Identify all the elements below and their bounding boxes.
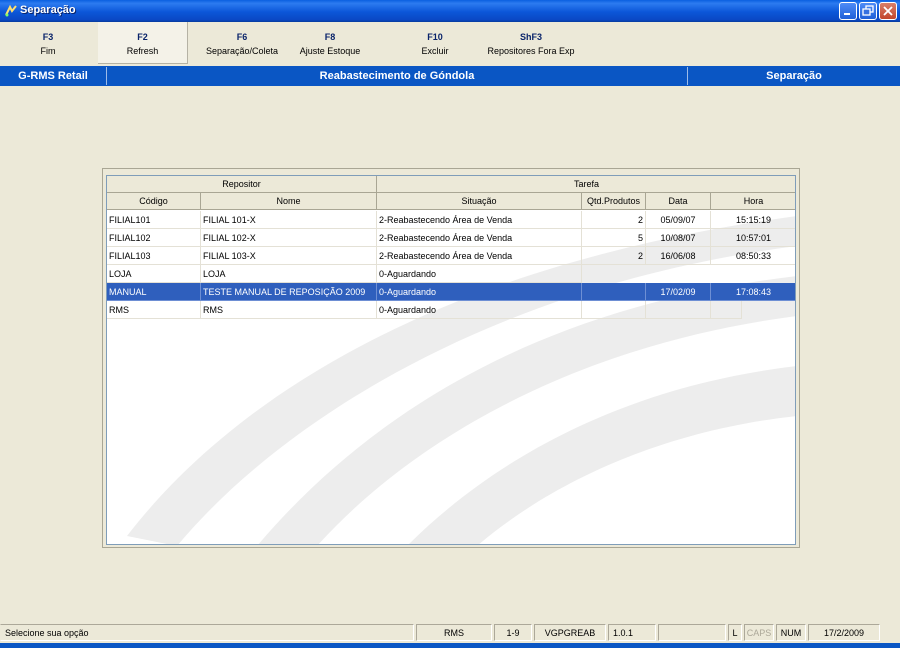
column-header-nome[interactable]: Nome bbox=[201, 193, 377, 210]
bottom-accent-line bbox=[0, 643, 900, 648]
minimize-icon bbox=[844, 13, 850, 15]
status-user: RMS bbox=[416, 624, 492, 641]
cell-codigo: FILIAL101 bbox=[107, 211, 201, 229]
minimize-button[interactable] bbox=[839, 2, 857, 20]
cell-nome: FILIAL 102-X bbox=[201, 229, 377, 247]
cell-data: 05/09/07 bbox=[646, 211, 711, 229]
status-date: 17/2/2009 bbox=[808, 624, 880, 641]
toolbar-label: Refresh bbox=[126, 46, 159, 56]
cell-codigo: FILIAL103 bbox=[107, 247, 201, 265]
cell-qtd-produtos bbox=[582, 283, 646, 301]
close-icon bbox=[883, 6, 893, 16]
table-row[interactable]: LOJA LOJA 0-Aguardando bbox=[107, 265, 795, 283]
cell-data bbox=[646, 301, 711, 319]
toolbar-label: Excluir bbox=[421, 46, 449, 56]
table-row[interactable]: FILIAL101 FILIAL 101-X 2-Reabastecendo Á… bbox=[107, 211, 795, 229]
status-caps: CAPS bbox=[744, 624, 774, 641]
group-header-repositor: Repositor bbox=[107, 176, 377, 193]
cell-nome: FILIAL 101-X bbox=[201, 211, 377, 229]
column-header-situacao[interactable]: Situação bbox=[377, 193, 582, 210]
restore-icon bbox=[862, 5, 874, 16]
table-row[interactable]: RMS RMS 0-Aguardando bbox=[107, 301, 795, 319]
module-header-bar: G-RMS Retail Reabastecimento de Góndola … bbox=[0, 66, 900, 86]
toolbar-button-refresh[interactable]: F2 Refresh bbox=[98, 22, 188, 64]
status-range: 1-9 bbox=[494, 624, 532, 641]
column-header-codigo[interactable]: Código bbox=[107, 193, 201, 210]
toolbar-key: ShF3 bbox=[519, 32, 542, 42]
cell-situacao: 2-Reabastecendo Área de Venda bbox=[377, 229, 582, 247]
toolbar-button-separacao-coleta[interactable]: F6 Separação/Coleta bbox=[198, 22, 286, 64]
cell-hora: 10:57:01 bbox=[711, 229, 795, 247]
cell-situacao: 0-Aguardando bbox=[377, 283, 582, 301]
system-name: G-RMS Retail bbox=[18, 70, 88, 82]
cell-qtd-produtos: 2 bbox=[582, 247, 646, 265]
status-l: L bbox=[728, 624, 742, 641]
cell-hora: 15:15:19 bbox=[711, 211, 795, 229]
cell-codigo: FILIAL102 bbox=[107, 229, 201, 247]
table-row-selected[interactable]: MANUAL TESTE MANUAL DE REPOSIÇÃO 2009 0-… bbox=[107, 283, 795, 301]
module-title: Reabastecimento de Góndola bbox=[319, 70, 475, 82]
cell-hora: 08:50:33 bbox=[711, 247, 795, 265]
toolbar-label: Separação/Coleta bbox=[205, 46, 279, 56]
toolbar-button-excluir[interactable]: F10 Excluir bbox=[400, 22, 470, 64]
window-title: Separação bbox=[20, 4, 76, 16]
close-button[interactable] bbox=[879, 2, 897, 20]
status-num: NUM bbox=[776, 624, 806, 641]
cell-data: 17/02/09 bbox=[646, 283, 711, 301]
cell-qtd-produtos bbox=[582, 301, 646, 319]
toolbar-button-repositores-fora-exp[interactable]: ShF3 Repositores Fora Exp bbox=[478, 22, 584, 64]
toolbar-button-ajuste-estoque[interactable]: F8 Ajuste Estoque bbox=[288, 22, 372, 64]
cell-data: 16/06/08 bbox=[646, 247, 711, 265]
cell-qtd-produtos: 2 bbox=[582, 211, 646, 229]
toolbar-key: F3 bbox=[42, 32, 54, 42]
grid-panel: Repositor Tarefa Código Nome Situação Qt… bbox=[102, 168, 800, 548]
toolbar-label: Fim bbox=[40, 46, 56, 56]
cell-situacao: 0-Aguardando bbox=[377, 265, 582, 283]
repositor-grid[interactable]: Repositor Tarefa Código Nome Situação Qt… bbox=[106, 175, 796, 545]
cell-hora bbox=[711, 301, 742, 319]
cell-codigo: RMS bbox=[107, 301, 201, 319]
cell-situacao: 2-Reabastecendo Área de Venda bbox=[377, 247, 582, 265]
toolbar-key: F2 bbox=[137, 32, 148, 42]
cell-nome: RMS bbox=[201, 301, 377, 319]
cell-data: 10/08/07 bbox=[646, 229, 711, 247]
restore-button[interactable] bbox=[859, 2, 877, 20]
toolbar-key: F6 bbox=[236, 32, 248, 42]
status-blank bbox=[658, 624, 726, 641]
cell-codigo: LOJA bbox=[107, 265, 201, 283]
column-header-hora[interactable]: Hora bbox=[711, 193, 795, 210]
status-bar: Selecione sua opção RMS 1-9 VGPGREAB 1.0… bbox=[0, 622, 900, 642]
function-key-toolbar: F3 Fim F2 Refresh F6 Separação/Coleta F8… bbox=[0, 22, 900, 64]
toolbar-button-fim[interactable]: F3 Fim bbox=[22, 22, 74, 64]
cell-nome: TESTE MANUAL DE REPOSIÇÃO 2009 bbox=[201, 283, 377, 301]
cell-codigo: MANUAL bbox=[107, 283, 201, 301]
status-program: VGPGREAB bbox=[534, 624, 606, 641]
status-message: Selecione sua opção bbox=[0, 624, 414, 641]
app-icon bbox=[5, 4, 17, 17]
table-row[interactable]: FILIAL103 FILIAL 103-X 2-Reabastecendo Á… bbox=[107, 247, 795, 265]
cell-qtd-produtos: 5 bbox=[582, 229, 646, 247]
column-header-qtd-produtos[interactable]: Qtd.Produtos bbox=[582, 193, 646, 210]
toolbar-label: Ajuste Estoque bbox=[299, 46, 361, 56]
cell-situacao: 0-Aguardando bbox=[377, 301, 582, 319]
toolbar-key: F10 bbox=[427, 32, 443, 42]
cell-nome: LOJA bbox=[201, 265, 377, 283]
screen-name: Separação bbox=[766, 70, 822, 82]
column-header-data[interactable]: Data bbox=[646, 193, 711, 210]
status-version: 1.0.1 bbox=[608, 624, 656, 641]
toolbar-label: Repositores Fora Exp bbox=[487, 46, 575, 56]
cell-nome: FILIAL 103-X bbox=[201, 247, 377, 265]
group-header-tarefa: Tarefa bbox=[377, 176, 795, 193]
cell-situacao: 2-Reabastecendo Área de Venda bbox=[377, 211, 582, 229]
title-bar: Separação bbox=[0, 0, 900, 22]
table-row[interactable]: FILIAL102 FILIAL 102-X 2-Reabastecendo Á… bbox=[107, 229, 795, 247]
toolbar-key: F8 bbox=[324, 32, 336, 42]
cell-hora: 17:08:43 bbox=[711, 283, 795, 301]
